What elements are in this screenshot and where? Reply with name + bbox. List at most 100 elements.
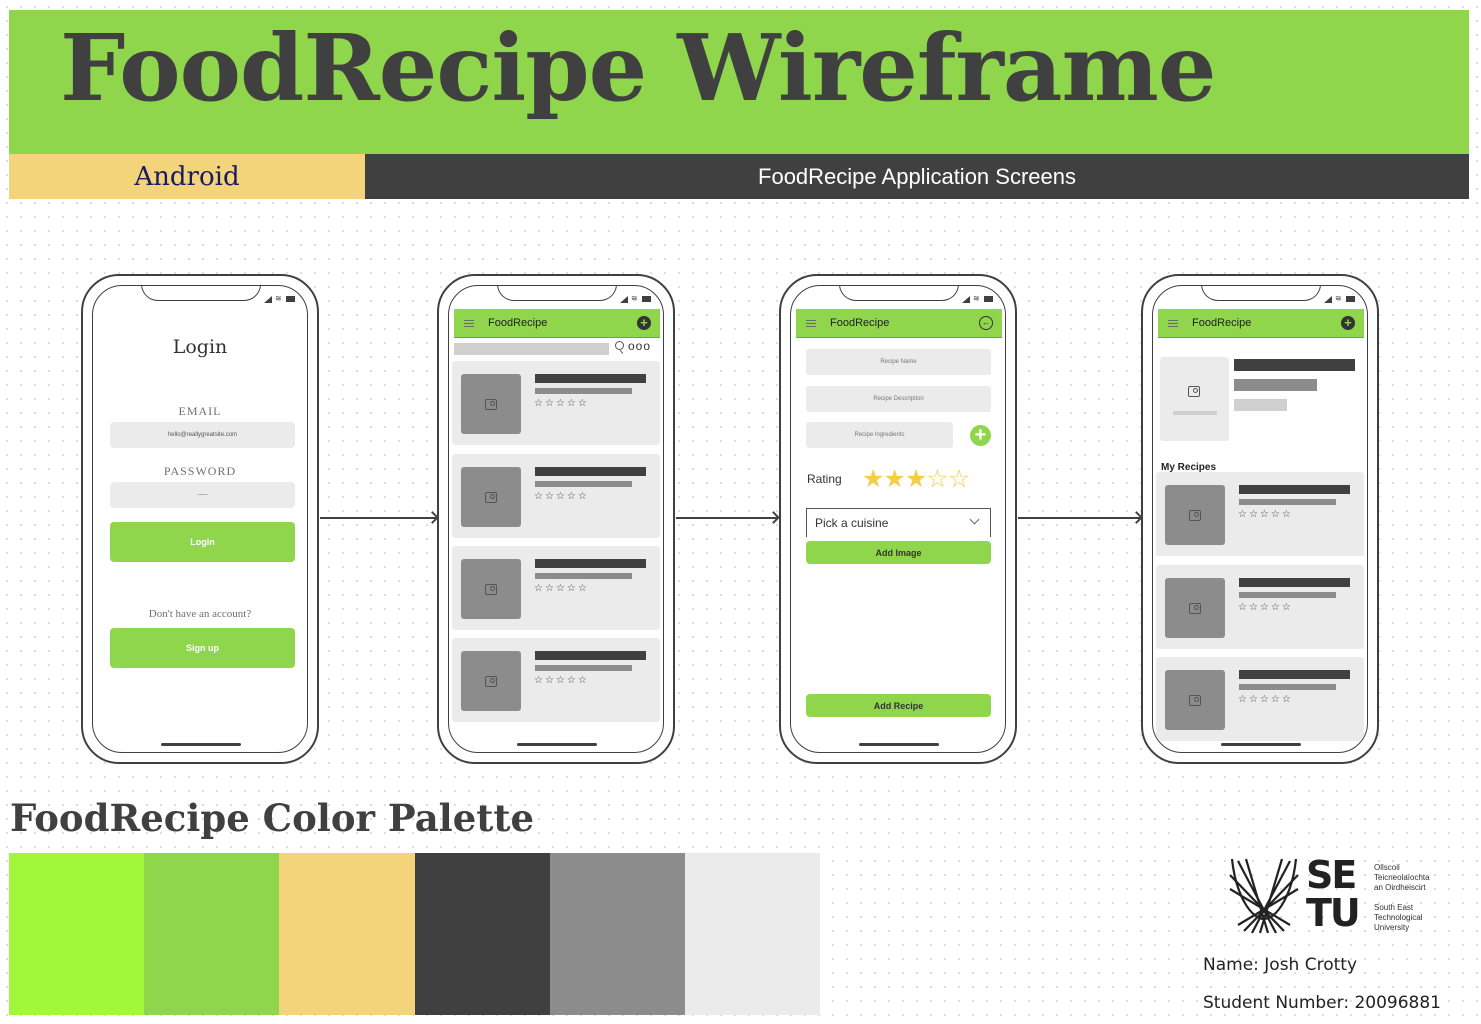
chevron-down-icon bbox=[969, 514, 980, 525]
search-icon[interactable] bbox=[615, 341, 624, 350]
star-empty-icon[interactable]: ☆ bbox=[948, 465, 970, 493]
recipe-card[interactable]: ☆☆☆☆☆ bbox=[1156, 472, 1364, 556]
signal-icon bbox=[620, 295, 628, 303]
student-name: Name: Josh Crotty bbox=[1203, 955, 1358, 975]
recipe-subtitle-placeholder bbox=[535, 573, 632, 579]
add-icon[interactable]: + bbox=[637, 316, 651, 330]
battery-icon bbox=[984, 296, 993, 302]
caption-placeholder bbox=[1173, 411, 1217, 415]
password-label: PASSWORD bbox=[163, 464, 237, 478]
recipe-subtitle-placeholder bbox=[535, 665, 632, 671]
phone-recipe-list: ≋ FoodRecipe + ooo ☆☆☆☆☆ ☆☆☆☆☆ ☆☆☆☆☆ ☆☆☆… bbox=[437, 274, 675, 764]
status-bar: ≋ bbox=[620, 295, 651, 303]
recipe-thumbnail bbox=[461, 651, 521, 711]
image-icon bbox=[485, 398, 497, 410]
phone-login: ≋ Login EMAIL hello@reallygreatsite.com … bbox=[81, 274, 319, 764]
no-account-text: Don't have an account? bbox=[148, 608, 252, 620]
logo-english-text: South East Technological University bbox=[1374, 903, 1422, 933]
star-empty-icon[interactable]: ☆ bbox=[926, 465, 948, 493]
recipe-title-placeholder bbox=[535, 651, 646, 660]
color-swatch bbox=[684, 853, 821, 1015]
add-recipe-button[interactable]: Add Recipe bbox=[806, 694, 991, 717]
app-bar: FoodRecipe ← bbox=[796, 309, 1002, 338]
wifi-icon: ≋ bbox=[973, 294, 980, 303]
star-rating: ☆☆☆☆☆ bbox=[534, 491, 589, 502]
add-ingredient-icon[interactable]: + bbox=[970, 425, 991, 446]
flow-arrow bbox=[320, 517, 436, 519]
add-image-button[interactable]: Add Image bbox=[806, 541, 991, 564]
phone-add-recipe: ≋ FoodRecipe ← Recipe Name Recipe Descri… bbox=[779, 274, 1017, 764]
search-input[interactable] bbox=[454, 343, 609, 355]
recipe-thumbnail bbox=[461, 467, 521, 527]
recipe-card[interactable]: ☆☆☆☆☆ bbox=[452, 638, 660, 722]
app-bar: FoodRecipe + bbox=[454, 309, 660, 338]
login-button[interactable]: Login bbox=[110, 522, 295, 562]
logo-line: an Oirdheiscirt bbox=[1374, 883, 1426, 892]
image-icon bbox=[1188, 386, 1200, 397]
platform-text: Android bbox=[134, 161, 240, 192]
star-rating: ☆☆☆☆☆ bbox=[534, 398, 589, 409]
page-title: FoodRecipe Wireframe bbox=[60, 14, 1216, 122]
color-swatch bbox=[414, 853, 550, 1015]
logo-tu-text: TU bbox=[1306, 891, 1361, 935]
platform-label: Android bbox=[9, 154, 365, 199]
color-swatch bbox=[144, 853, 280, 1015]
app-bar: FoodRecipe + bbox=[1158, 309, 1364, 338]
subtitle-bar: FoodRecipe Application Screens bbox=[365, 154, 1469, 199]
back-icon[interactable]: ← bbox=[979, 316, 993, 330]
app-title: FoodRecipe bbox=[830, 317, 890, 329]
status-bar: ≋ bbox=[264, 295, 295, 303]
signup-button[interactable]: Sign up bbox=[110, 628, 295, 668]
star-filled-icon[interactable]: ★ bbox=[883, 465, 905, 493]
rating-stars[interactable]: ★★★☆☆ bbox=[862, 464, 970, 494]
notch bbox=[1201, 286, 1321, 301]
login-title: Login bbox=[172, 336, 228, 358]
menu-icon[interactable] bbox=[806, 319, 816, 327]
setu-logo: SE TU Ollscoil Teicneolaíochta an Oirdhe… bbox=[1228, 856, 1438, 937]
star-rating: ☆☆☆☆☆ bbox=[534, 583, 589, 594]
recipe-thumbnail bbox=[461, 559, 521, 619]
star-filled-icon[interactable]: ★ bbox=[905, 465, 927, 493]
recipe-ingredients-input[interactable]: Recipe Ingredients bbox=[806, 422, 953, 448]
menu-icon[interactable] bbox=[1168, 319, 1178, 327]
login-screen: ≋ Login EMAIL hello@reallygreatsite.com … bbox=[92, 285, 308, 753]
profile-name-placeholder bbox=[1234, 359, 1355, 371]
cuisine-select[interactable]: Pick a cuisine bbox=[806, 508, 991, 537]
logo-irish-text: Ollscoil Teicneolaíochta an Oirdheiscirt bbox=[1374, 863, 1430, 893]
palette-title: FoodRecipe Color Palette bbox=[10, 796, 534, 840]
notch bbox=[141, 286, 261, 301]
image-icon bbox=[1189, 602, 1201, 614]
logo-line: Ollscoil bbox=[1374, 863, 1400, 872]
menu-icon[interactable] bbox=[464, 319, 474, 327]
more-options-icon[interactable]: ooo bbox=[628, 339, 651, 353]
color-swatch bbox=[549, 853, 685, 1015]
password-field[interactable]: ----- bbox=[110, 482, 295, 508]
recipe-title-placeholder bbox=[535, 374, 646, 383]
email-field[interactable]: hello@reallygreatsite.com bbox=[110, 422, 295, 448]
recipe-card[interactable]: ☆☆☆☆☆ bbox=[452, 361, 660, 445]
image-icon bbox=[485, 675, 497, 687]
rating-label: Rating bbox=[807, 472, 842, 486]
app-title: FoodRecipe bbox=[488, 317, 548, 329]
wifi-icon: ≋ bbox=[631, 294, 638, 303]
recipe-card[interactable]: ☆☆☆☆☆ bbox=[452, 454, 660, 538]
setu-emblem-icon bbox=[1229, 858, 1299, 934]
recipe-description-input[interactable]: Recipe Description bbox=[806, 386, 991, 412]
status-bar: ≋ bbox=[962, 295, 993, 303]
notch bbox=[497, 286, 617, 301]
recipe-card[interactable]: ☆☆☆☆☆ bbox=[452, 546, 660, 630]
profile-meta-placeholder bbox=[1234, 399, 1287, 411]
profile-image bbox=[1160, 357, 1229, 441]
home-indicator bbox=[517, 743, 597, 746]
logo-line: South East bbox=[1374, 903, 1414, 912]
flow-arrow bbox=[1018, 517, 1140, 519]
image-icon bbox=[1189, 509, 1201, 521]
recipe-thumbnail bbox=[1165, 578, 1225, 638]
star-filled-icon[interactable]: ★ bbox=[862, 465, 884, 493]
recipe-card[interactable]: ☆☆☆☆☆ bbox=[1156, 565, 1364, 649]
add-icon[interactable]: + bbox=[1341, 316, 1355, 330]
recipe-thumbnail bbox=[1165, 485, 1225, 545]
recipe-name-input[interactable]: Recipe Name bbox=[806, 349, 991, 375]
recipe-title-placeholder bbox=[1239, 578, 1350, 587]
recipe-card[interactable]: ☆☆☆☆☆ bbox=[1156, 657, 1364, 741]
